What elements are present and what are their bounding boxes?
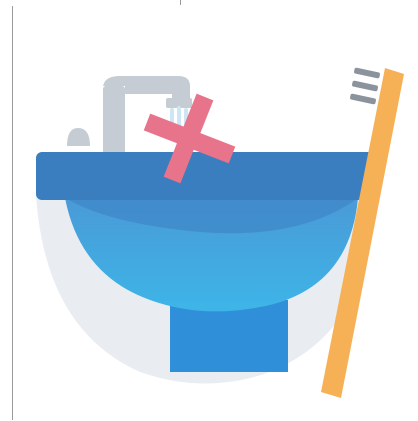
sink-rim <box>36 152 376 200</box>
sink-illustration <box>36 67 404 398</box>
illustration-frame <box>0 0 418 421</box>
